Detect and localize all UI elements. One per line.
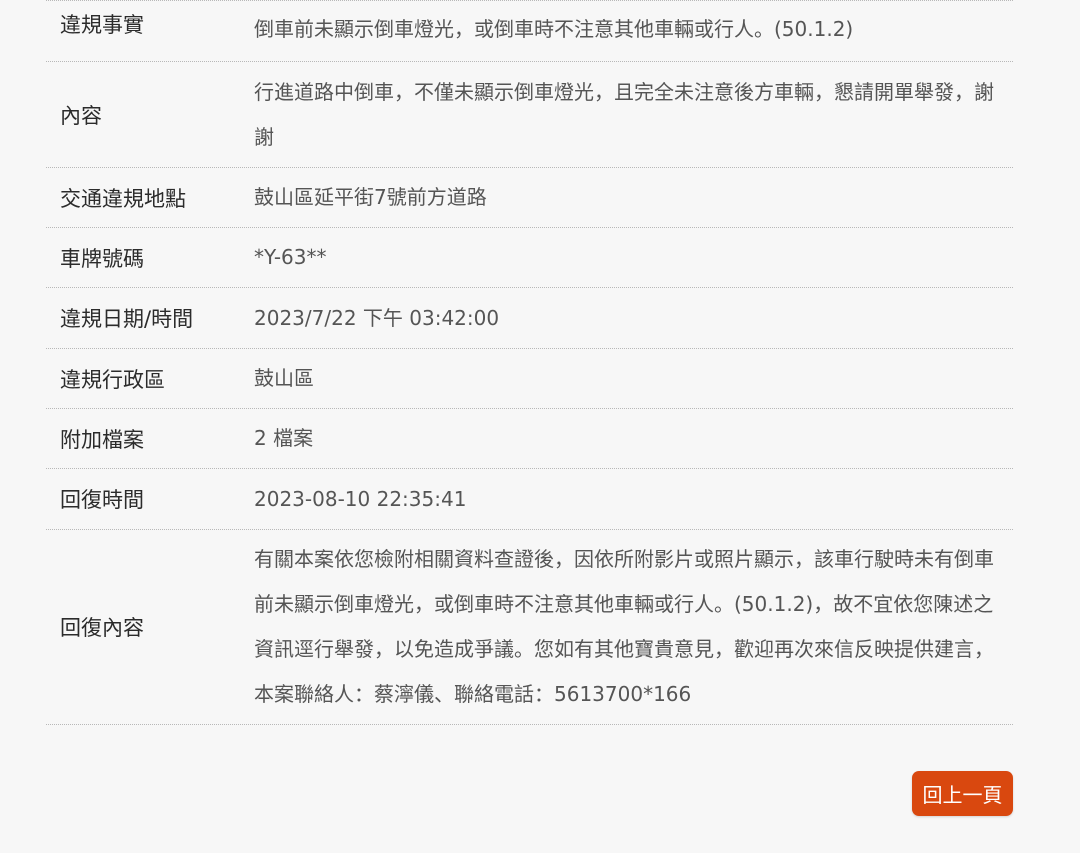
content-label: 內容 bbox=[60, 103, 102, 128]
row-plate-number: 車牌號碼 *Y-63** bbox=[46, 228, 1013, 288]
row-violation-fact: 違規事實 倒車前未顯示倒車燈光，或倒車時不注意其他車輛或行人。(50.1.2) bbox=[46, 0, 1013, 62]
plate-number-value: *Y-63** bbox=[254, 245, 327, 269]
content-value: 行進道路中倒車，不僅未顯示倒車燈光，且完全未注意後方車輛，懇請開單舉發，謝謝 bbox=[254, 79, 994, 149]
reply-content-value: 有關本案依您檢附相關資料查證後，因依所附影片或照片顯示，該車行駛時未有倒車前未顯… bbox=[254, 547, 994, 706]
violation-datetime-value: 2023/7/22 下午 03:42:00 bbox=[254, 305, 500, 330]
district-value: 鼓山區 bbox=[254, 366, 314, 390]
district-label: 違規行政區 bbox=[60, 367, 165, 392]
case-detail-table: 違規事實 倒車前未顯示倒車燈光，或倒車時不注意其他車輛或行人。(50.1.2) … bbox=[46, 0, 1013, 725]
row-violation-datetime: 違規日期/時間 2023/7/22 下午 03:42:00 bbox=[46, 288, 1013, 349]
case-detail-page: 違規事實 倒車前未顯示倒車燈光，或倒車時不注意其他車輛或行人。(50.1.2) … bbox=[0, 0, 1080, 853]
violation-datetime-label: 違規日期/時間 bbox=[60, 307, 194, 331]
location-label: 交通違規地點 bbox=[60, 186, 186, 211]
location-value: 鼓山區延平街7號前方道路 bbox=[254, 185, 487, 209]
row-attachments: 附加檔案 2 檔案 bbox=[46, 409, 1013, 469]
violation-fact-value: 倒車前未顯示倒車燈光，或倒車時不注意其他車輛或行人。(50.1.2) bbox=[254, 17, 854, 41]
row-location: 交通違規地點 鼓山區延平街7號前方道路 bbox=[46, 168, 1013, 228]
violation-fact-label: 違規事實 bbox=[60, 13, 144, 37]
row-reply-time: 回復時間 2023-08-10 22:35:41 bbox=[46, 469, 1013, 530]
attachments-label: 附加檔案 bbox=[60, 427, 144, 452]
reply-time-value: 2023-08-10 22:35:41 bbox=[254, 486, 467, 511]
row-content: 內容 行進道路中倒車，不僅未顯示倒車燈光，且完全未注意後方車輛，懇請開單舉發，謝… bbox=[46, 62, 1013, 168]
row-district: 違規行政區 鼓山區 bbox=[46, 349, 1013, 409]
reply-time-label: 回復時間 bbox=[60, 488, 144, 512]
attachments-value: 2 檔案 bbox=[254, 426, 314, 450]
row-reply-content: 回復內容 有關本案依您檢附相關資料查證後，因依所附影片或照片顯示，該車行駛時未有… bbox=[46, 530, 1013, 725]
reply-content-label: 回復內容 bbox=[60, 616, 144, 640]
back-button[interactable]: 回上一頁 bbox=[912, 771, 1013, 816]
plate-number-label: 車牌號碼 bbox=[60, 246, 144, 271]
